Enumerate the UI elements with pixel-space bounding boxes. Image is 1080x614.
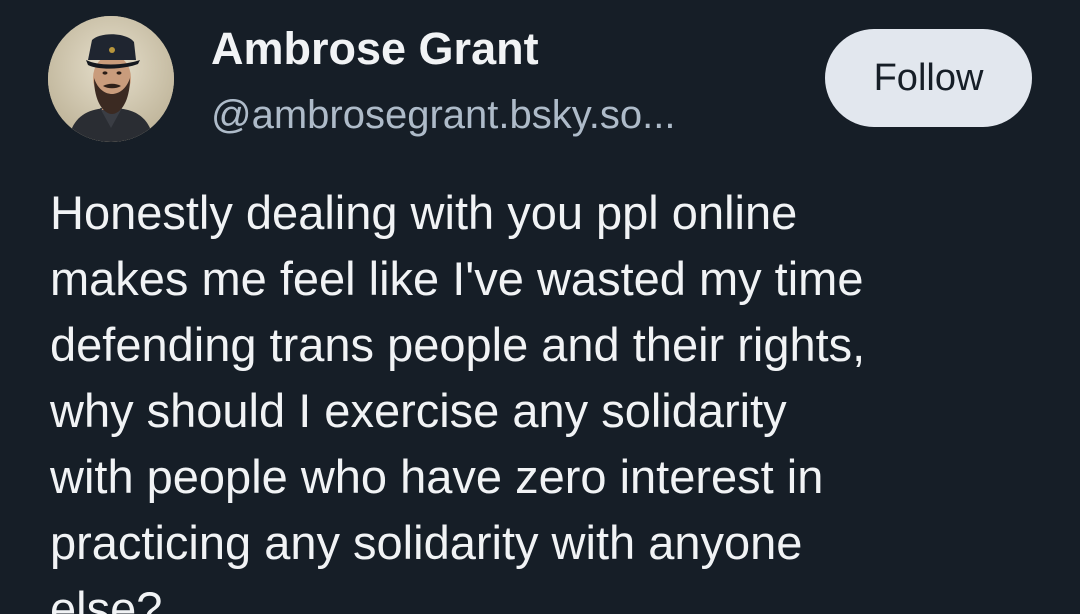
post-text-line: practicing any solidarity with anyone <box>50 516 803 569</box>
post-text-line: why should I exercise any solidarity <box>50 384 787 437</box>
post-text: Honestly dealing with you ppl online mak… <box>50 180 1050 614</box>
post-text-line: Honestly dealing with you ppl online <box>50 186 798 239</box>
post-card: Ambrose Grant @ambrosegrant.bsky.so... F… <box>0 0 1080 614</box>
author-display-name[interactable]: Ambrose Grant <box>211 22 539 76</box>
post-text-line: with people who have zero interest in <box>50 450 824 503</box>
author-handle[interactable]: @ambrosegrant.bsky.so... <box>211 90 676 140</box>
post-text-line: else? <box>50 582 163 614</box>
follow-button[interactable]: Follow <box>825 29 1032 127</box>
post-text-line: makes me feel like I've wasted my time <box>50 252 864 305</box>
avatar[interactable] <box>48 16 174 142</box>
portrait-photo-icon <box>48 16 174 142</box>
post-text-line: defending trans people and their rights, <box>50 318 866 371</box>
